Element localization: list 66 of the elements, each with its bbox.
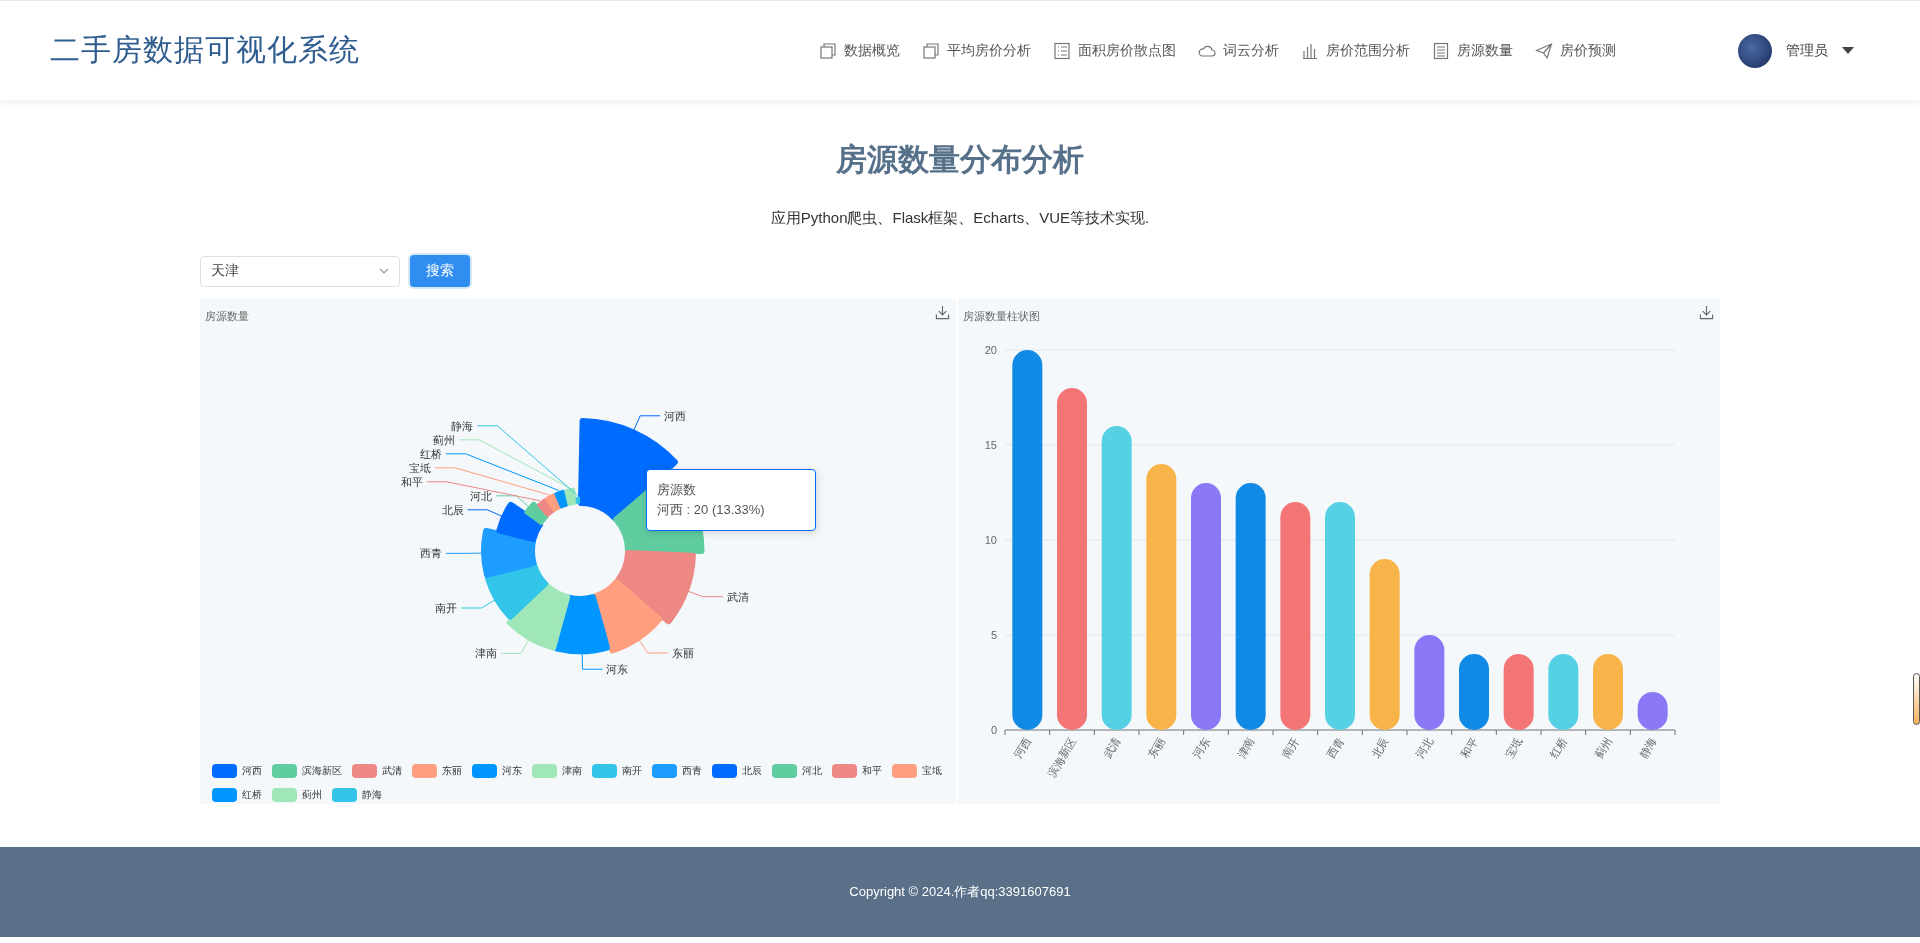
nav-link[interactable]: 平均房价分析	[922, 41, 1031, 60]
legend-item[interactable]: 河北	[772, 764, 822, 778]
slice-label: 静海	[451, 419, 474, 432]
axis-category-label: 东丽	[1145, 735, 1168, 761]
axis-category-label: 津南	[1235, 735, 1257, 761]
axis-tick-label: 5	[990, 629, 997, 641]
legend-item[interactable]: 河东	[472, 764, 522, 778]
axis-category-label: 西青	[1324, 735, 1346, 761]
axis-category-label: 河北	[1413, 735, 1436, 761]
legend-item[interactable]: 蓟州	[272, 788, 322, 802]
app-title: 二手房数据可视化系统	[50, 32, 360, 68]
user-name[interactable]: 管理员	[1786, 41, 1828, 60]
legend-item[interactable]: 河西	[212, 764, 262, 778]
legend-item[interactable]: 南开	[592, 764, 642, 778]
axis-category-label: 宝坻	[1503, 735, 1525, 761]
tooltip-text: 河西 : 20 (13.33%)	[657, 501, 766, 519]
axis-tick-label: 20	[984, 344, 997, 356]
axis-category-label: 河东	[1190, 735, 1212, 761]
axis-category-label: 静海	[1637, 735, 1659, 761]
legend-item[interactable]: 红桥	[212, 788, 262, 802]
slice-label: 河北	[470, 489, 493, 502]
tooltip-title: 房源数	[657, 481, 697, 499]
slice-label: 武清	[726, 590, 749, 603]
axis-category-label: 武清	[1101, 735, 1123, 761]
axis-category-label: 河西	[1011, 735, 1034, 761]
legend-item[interactable]: 滨海新区	[272, 764, 342, 778]
nav-link[interactable]: 房价范围分析	[1301, 41, 1410, 60]
page-subtitle: 应用Python爬虫、Flask框架、Echarts、VUE等技术实现.	[770, 208, 1150, 228]
slice-label: 东丽	[671, 647, 694, 660]
nav-link[interactable]: 房源数量	[1432, 41, 1513, 60]
slice-label: 蓟州	[433, 433, 456, 446]
axis-tick-label: 10	[984, 534, 997, 546]
slice-label: 河东	[606, 663, 629, 676]
slice-label: 津南	[474, 647, 497, 660]
axis-category-label: 红桥	[1547, 735, 1570, 761]
axis-category-label: 南开	[1279, 735, 1302, 761]
legend-item[interactable]: 北辰	[712, 764, 762, 778]
legend-item[interactable]: 津南	[532, 764, 582, 778]
copyright-text: Copyright © 2024.作者qq:3391607691	[849, 883, 1071, 901]
nav-link[interactable]: 面积房价散点图	[1053, 41, 1176, 60]
legend-item[interactable]: 西青	[652, 764, 702, 778]
legend-item[interactable]: 宝坻	[892, 764, 942, 778]
nav-link[interactable]: 词云分析	[1198, 41, 1279, 60]
legend-item[interactable]: 武清	[352, 764, 402, 778]
axis-category-label: 北辰	[1369, 735, 1391, 761]
chart-title: 房源数量柱状图	[963, 309, 1040, 324]
city-select[interactable]: 天津	[200, 255, 400, 287]
page-title: 房源数量分布分析	[836, 141, 1084, 179]
axis-category-label: 和平	[1458, 735, 1480, 761]
legend-item[interactable]: 东丽	[412, 764, 462, 778]
nav-link[interactable]: 房价预测	[1535, 41, 1616, 60]
chart-title: 房源数量	[205, 309, 249, 324]
legend-item[interactable]: 静海	[332, 788, 382, 802]
slice-label: 北辰	[441, 503, 464, 516]
slice-label: 南开	[435, 602, 458, 614]
legend-item[interactable]: 和平	[832, 764, 882, 778]
slice-label: 宝坻	[409, 461, 432, 474]
axis-category-label: 滨海新区	[1045, 735, 1078, 780]
slice-label: 红桥	[419, 447, 442, 460]
nav-link[interactable]: 数据概览	[819, 41, 900, 60]
axis-tick-label: 0	[990, 724, 997, 736]
slice-label: 西青	[420, 547, 442, 560]
axis-tick-label: 15	[984, 439, 997, 451]
slice-label: 河西	[664, 409, 687, 422]
slice-label: 和平	[400, 475, 423, 488]
axis-category-label: 蓟州	[1592, 735, 1614, 761]
